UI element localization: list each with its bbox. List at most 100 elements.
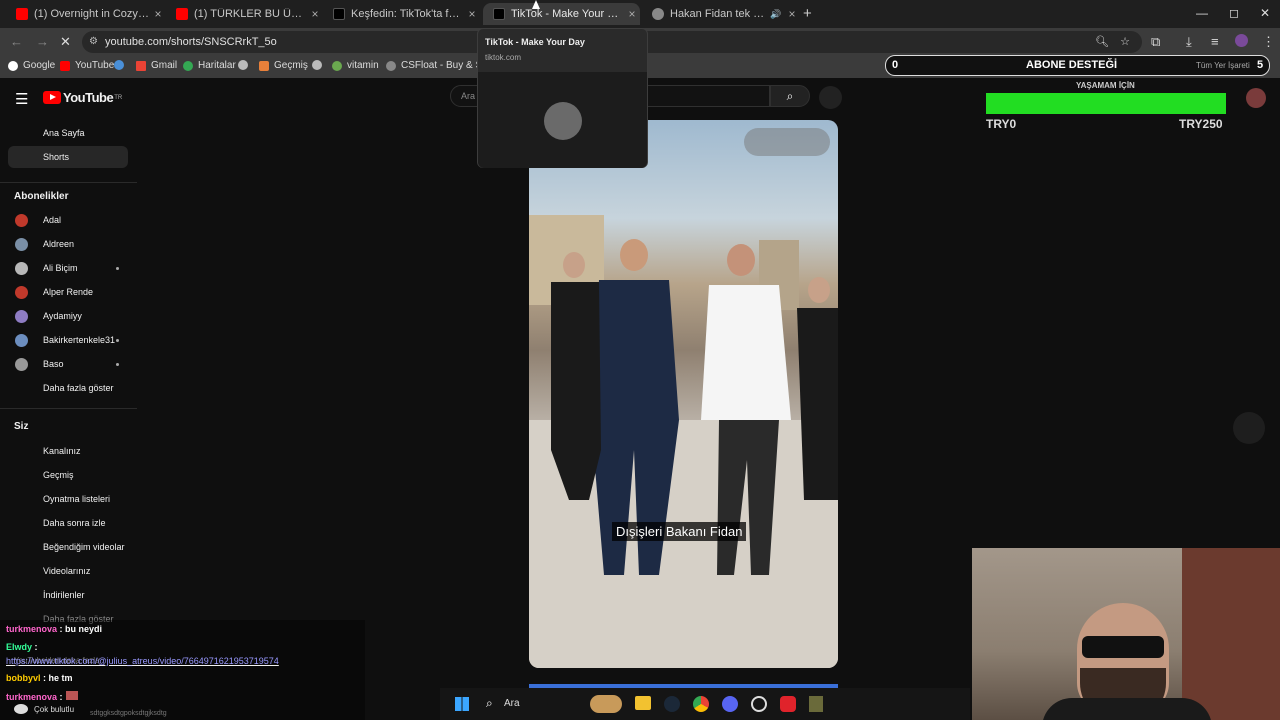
donation-progress-track [986,93,1226,114]
bookmark-google[interactable]: Google [8,60,55,71]
bookmark-gmail[interactable]: Gmail [136,60,177,71]
tab-hover-card: TikTok - Make Your Day tiktok.com [477,28,648,168]
discord-icon[interactable] [722,696,738,712]
chrome-icon[interactable] [693,696,709,712]
chat-message: turkmenova : bu neydi [6,624,102,634]
donation-subtitle: YAŞAMAM İÇİN [1076,81,1135,90]
sidebar-item-channel[interactable]: Adal [43,215,61,225]
tab-close-icon[interactable]: × [784,7,800,21]
stop-icon[interactable]: ✕ [60,34,71,50]
bookmark-star-icon[interactable]: ☆ [1120,31,1130,53]
youtube-icon [60,60,70,71]
profile-avatar[interactable] [1235,34,1248,47]
search-button[interactable]: ⌕ [770,85,810,107]
maximize-button[interactable]: ◻ [1219,6,1249,20]
speaker-icon[interactable]: 🔊 [768,9,784,20]
app-icon[interactable] [751,696,767,712]
voice-search-button[interactable] [819,86,842,109]
new-tab-button[interactable]: + [803,5,812,22]
curtain-shape [1182,548,1280,720]
bookmark-icon-blue[interactable] [114,60,129,70]
browser-tab[interactable]: Keşfedin: TikTok'ta favori videol × [323,3,480,25]
browser-tab[interactable]: (1) Overnight in Cozy Alaskan A × [6,3,166,25]
extensions-icon[interactable]: ⧉ [1151,34,1160,50]
chat-message: https://www.tiktok.com/@julius_atreus/vi… [6,656,279,666]
sidebar-item-channel[interactable]: Bakirkertenkele31 [43,335,115,345]
url-text: youtube.com/shorts/SNSCRrkT_5o [105,36,277,48]
reading-list-icon[interactable]: ≡ [1211,34,1219,49]
sidebar-item-playlists[interactable]: Oynatma listeleri [43,494,110,504]
bookmark-globe[interactable] [238,60,253,70]
hamburger-menu-icon[interactable]: ☰ [15,90,28,108]
browser-tab-bar: (1) Overnight in Cozy Alaskan A × (1) TÜ… [0,0,1280,28]
channel-avatar [15,358,28,371]
back-icon[interactable]: ← [10,34,23,49]
bookmark-history[interactable]: Geçmiş [259,60,308,71]
chat-message: bobbyvl : he tm [6,673,73,683]
file-explorer-icon[interactable] [635,696,651,710]
video-caption: Dışişleri Bakanı Fidan [612,522,747,541]
youtube-play-icon [43,91,61,104]
app-icon[interactable] [809,696,823,712]
sidebar-item-channel[interactable]: Aldreen [43,239,74,249]
menu-icon[interactable]: ⋮ [1262,34,1275,50]
site-info-icon[interactable]: ⚙ [89,31,98,53]
tab-close-icon[interactable]: × [307,7,323,21]
sidebar-item-liked-videos[interactable]: Beğendiğim videolar [43,542,125,552]
divider [0,182,137,183]
browser-tab[interactable]: (1) TÜRKLER BU ÜLKEYE MUTLA × [166,3,323,25]
recording-app-icon[interactable] [780,696,796,712]
sidebar-item-your-videos[interactable]: Videolarınız [43,566,90,576]
shorts-subscribe-pill[interactable] [744,128,830,156]
browser-tab-active[interactable]: TikTok - Make Your Day × [483,3,640,25]
download-icon[interactable]: ⤓ [1186,34,1192,50]
webcam-feed [972,548,1280,720]
bookmark-youtube[interactable]: YouTube [60,60,114,71]
sidebar-item-watch-later[interactable]: Daha sonra izle [43,518,106,528]
tab-close-icon[interactable]: × [464,7,480,21]
csfloat-icon [386,60,396,71]
bookmark-vitamin[interactable]: vitamin [332,60,379,71]
zoom-icon[interactable]: 🔍︎ [1095,31,1109,53]
bookmark-maps[interactable]: Haritalar [183,60,236,71]
donation-count-right: 5 [1257,59,1264,71]
tab-close-icon[interactable]: × [150,7,166,21]
sidebar-item-shorts[interactable]: Shorts [43,152,69,162]
sidebar-item-your-channel[interactable]: Kanalınız [43,446,81,456]
show-more-button[interactable]: Daha fazla göster [43,383,114,393]
next-short-button[interactable] [1233,412,1265,444]
sidebar-item-channel[interactable]: Baso [43,359,64,369]
windows-start-icon[interactable] [455,697,469,711]
sidebar-item-downloads[interactable]: İndirilenler [43,590,85,600]
chat-text: : he tm [40,673,73,683]
search-placeholder: Ara [461,91,476,101]
sidebar-item-channel[interactable]: Alper Rende [43,287,93,297]
sidebar-item-history[interactable]: Geçmiş [43,470,74,480]
tab-close-icon[interactable]: × [624,7,640,21]
minimize-button[interactable]: — [1187,6,1217,20]
sidebar-item-home[interactable]: Ana Sayfa [43,128,85,138]
taskbar-search[interactable]: Ara [504,698,520,709]
chat-text: : [32,642,38,652]
close-window-button[interactable]: ✕ [1250,6,1280,20]
mouse-cursor-icon [532,0,540,9]
youtube-icon [176,8,188,20]
sidebar-item-channel[interactable]: Aydamiyy [43,311,82,321]
chat-text: : [57,692,63,702]
search-icon[interactable]: ⌕ [486,696,493,711]
chat-link[interactable]: https://www.tiktok.com/@julius_atreus/vi… [6,656,279,666]
globe-icon [652,8,664,20]
widget-icon[interactable] [590,695,622,713]
all-bookmarks-label: Tüm Yer İşareti [1196,61,1250,70]
browser-tab[interactable]: Hakan Fidan tek kelime etm 🔊 × [642,3,800,25]
steam-icon[interactable] [664,696,680,712]
tab-label: (1) TÜRKLER BU ÜLKEYE MUTLA [194,8,307,20]
forward-icon[interactable]: → [36,34,49,49]
video-progress-bar[interactable] [529,684,838,688]
account-avatar[interactable] [1246,88,1266,108]
youtube-logo[interactable]: YouTube TR [43,90,122,105]
bookmark-globe-2[interactable] [312,60,327,70]
shorts-video-player[interactable]: Dışişleri Bakanı Fidan [529,120,838,668]
donation-progress-fill [986,93,1226,114]
sidebar-item-channel[interactable]: Ali Biçim [43,263,78,273]
